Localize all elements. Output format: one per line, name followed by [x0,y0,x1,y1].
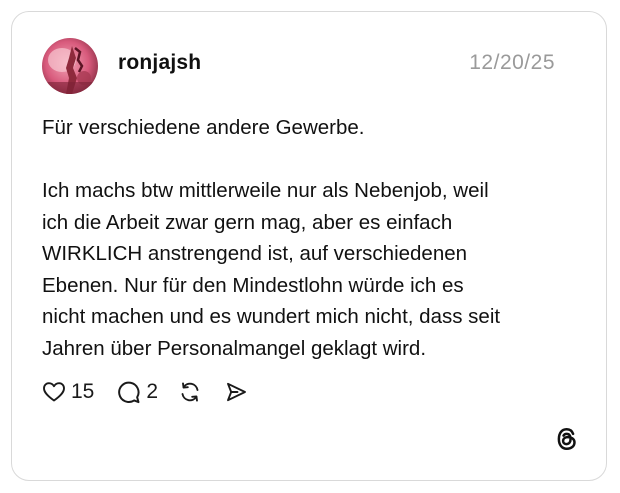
avatar[interactable] [42,38,98,94]
post-paragraph: Für verschiedene andere Gewerbe. [42,116,365,139]
post-card: ronjajsh 12/20/25 Für verschiedene ander… [11,11,607,481]
repost-button[interactable] [178,380,202,404]
heart-icon [43,382,65,402]
comment-button[interactable]: 2 [116,380,158,405]
post-body: Für verschiedene andere Gewerbe. Ich mac… [42,112,587,364]
comment-count: 2 [146,380,159,403]
like-button[interactable]: 15 [42,380,94,404]
comment-icon [118,381,140,403]
post-date: 12/20/25 [469,51,555,74]
repost-icon [181,382,199,402]
avatar-image [42,38,98,94]
action-bar: 15 2 [42,377,248,407]
post-paragraph: Ich machs btw mittlerweile nur als Neben… [42,179,501,360]
share-button[interactable] [224,380,248,404]
send-icon [227,382,246,402]
threads-logo-icon [557,428,576,450]
like-count: 15 [71,380,95,403]
username[interactable]: ronjajsh [118,51,201,75]
